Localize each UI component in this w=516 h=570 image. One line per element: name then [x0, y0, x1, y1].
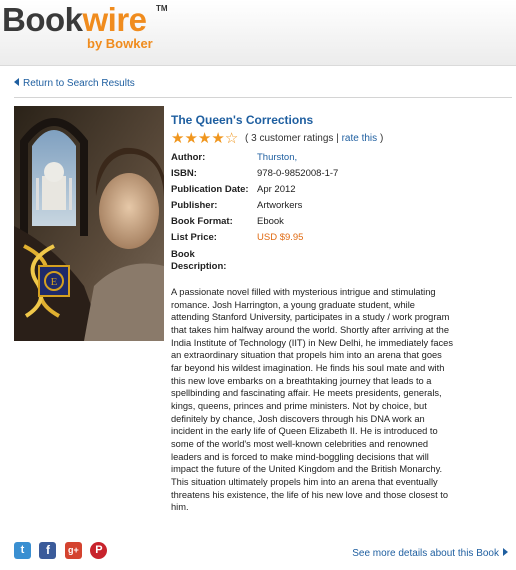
see-more-details-link[interactable]: See more details about this Book [352, 548, 508, 559]
rate-this-link[interactable]: rate this [342, 133, 378, 144]
detail-label: Author: [171, 152, 206, 163]
star-empty-icon: ☆ [224, 130, 239, 147]
star-rating: ★★★★☆ [171, 131, 238, 146]
chevron-left-icon [14, 78, 19, 86]
detail-label: Publication Date: [171, 184, 249, 195]
divider [14, 97, 512, 98]
google-plus-icon[interactable]: g+ [64, 542, 82, 560]
detail-value: Apr 2012 [257, 184, 296, 195]
rating-close: ) [379, 133, 384, 144]
detail-value: Artworkers [257, 200, 303, 211]
return-to-results-link[interactable]: Return to Search Results [14, 78, 135, 89]
svg-text:E: E [51, 276, 58, 288]
star-filled-icon: ★ [211, 130, 225, 147]
bookwire-logo[interactable]: Bookwire TM by Bowker [2, 1, 168, 52]
logo-byline: by Bowker [87, 36, 153, 51]
facebook-icon[interactable]: f [39, 542, 57, 560]
detail-label: Publisher: [171, 200, 218, 211]
price-value: USD $9.95 [257, 232, 304, 243]
detail-value: Ebook [257, 216, 284, 227]
star-filled-icon: ★ [171, 130, 185, 147]
detail-label: ISBN: [171, 168, 197, 179]
star-filled-icon: ★ [184, 130, 198, 147]
twitter-icon[interactable]: t [14, 542, 31, 560]
star-filled-icon: ★ [197, 130, 212, 147]
book-cover-image: E [14, 106, 164, 341]
detail-label: List Price: [171, 232, 217, 243]
rating-row: ★★★★☆ ( 3 customer ratings | rate this ) [171, 131, 383, 147]
author-link[interactable]: Thurston, [257, 152, 297, 163]
rating-summary: ( 3 customer ratings | rate this ) [245, 133, 383, 144]
pinterest-icon[interactable]: P [90, 542, 108, 560]
site-header: Bookwire TM by Bowker [0, 0, 516, 66]
rating-count: ( 3 customer ratings | [245, 133, 339, 144]
detail-label: Book Description: [171, 249, 227, 272]
logo-trademark: TM [156, 4, 168, 13]
social-share-bar: t f g+ P [14, 542, 111, 560]
book-description: A passionate novel filled with mysteriou… [171, 287, 453, 513]
chevron-right-icon [503, 548, 508, 556]
logo-wordmark: Bookwire [2, 1, 147, 38]
detail-value: 978-0-9852008-1-7 [257, 168, 339, 179]
detail-label: Book Format: [171, 216, 233, 227]
book-title[interactable]: The Queen's Corrections [171, 113, 313, 127]
